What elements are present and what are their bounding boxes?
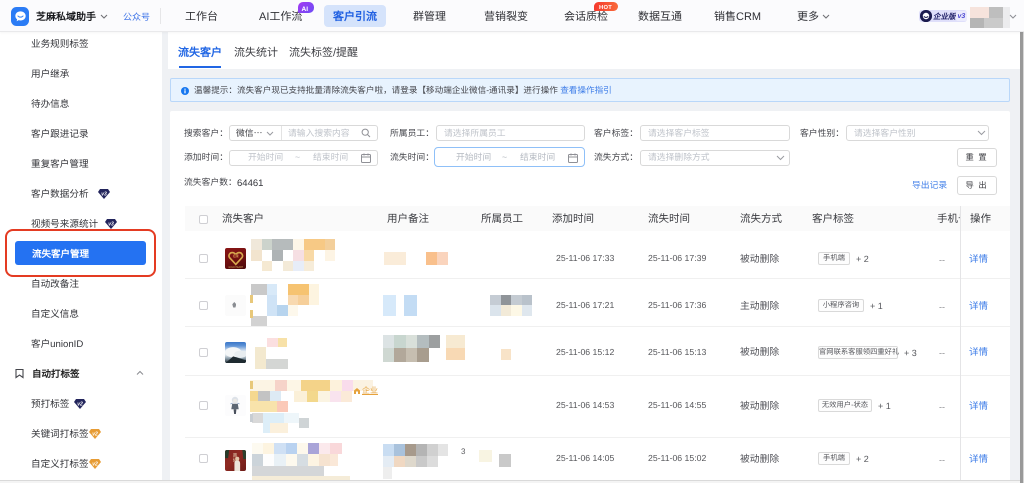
svg-text:v2: v2	[77, 400, 83, 407]
svg-text:v2: v2	[92, 430, 98, 437]
svg-text:v2: v2	[92, 460, 98, 467]
svg-text:v3: v3	[108, 220, 114, 227]
svg-text:招果: 招果	[232, 253, 238, 258]
svg-text:v3: v3	[101, 190, 107, 197]
svg-text:GOLD HEART: GOLD HEART	[228, 264, 243, 268]
